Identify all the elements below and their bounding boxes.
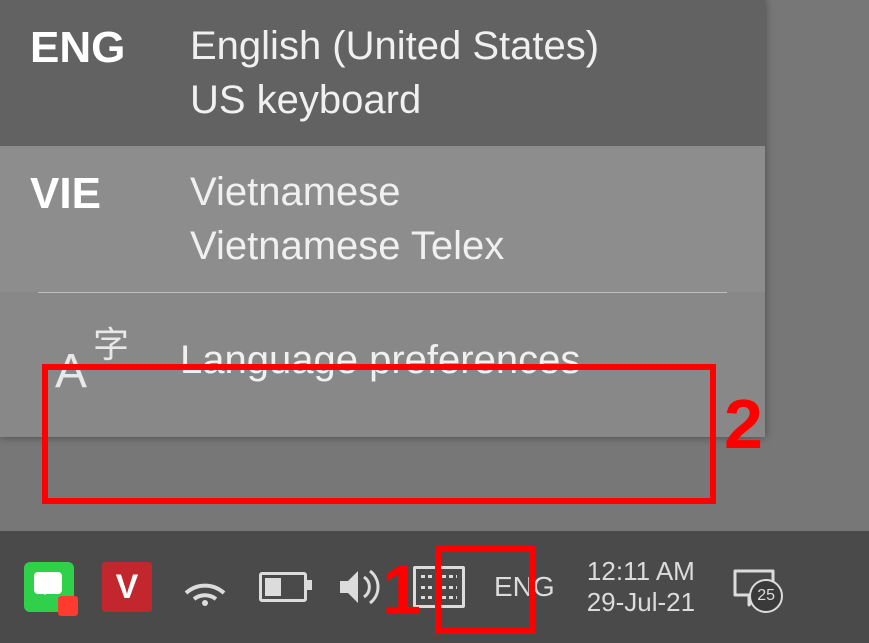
clock-time: 12:11 AM: [587, 556, 695, 587]
language-labels: English (United States) US keyboard: [190, 22, 599, 124]
tray-chat-icon[interactable]: [22, 560, 76, 614]
language-code: ENG: [30, 22, 190, 70]
svg-text:A: A: [55, 345, 87, 397]
clock-date: 29-Jul-21: [587, 587, 695, 618]
language-item-vie[interactable]: VIE Vietnamese Vietnamese Telex: [0, 146, 765, 292]
ime-icon[interactable]: [412, 560, 466, 614]
keyboard-layout: US keyboard: [190, 76, 599, 124]
language-switcher-popup: ENG English (United States) US keyboard …: [0, 0, 765, 437]
language-name: English (United States): [190, 22, 599, 70]
battery-icon[interactable]: [256, 560, 310, 614]
tray-unikey-icon[interactable]: V: [100, 560, 154, 614]
language-preferences-button[interactable]: A 字 Language preferences: [0, 293, 765, 437]
language-preferences-label: Language preferences: [180, 338, 580, 383]
taskbar-clock[interactable]: 12:11 AM 29-Jul-21: [571, 556, 711, 618]
wifi-icon[interactable]: [178, 560, 232, 614]
language-prefs-icon: A 字: [55, 323, 180, 397]
keyboard-layout: Vietnamese Telex: [190, 222, 504, 270]
notification-count-badge: 25: [749, 579, 783, 613]
language-labels: Vietnamese Vietnamese Telex: [190, 168, 504, 270]
taskbar: V ENG 12:11 AM 29-Jul-21 25: [0, 531, 869, 643]
language-code: VIE: [30, 168, 190, 216]
volume-icon[interactable]: [334, 560, 388, 614]
action-center-icon[interactable]: 25: [727, 560, 781, 614]
svg-text:字: 字: [93, 324, 129, 365]
language-item-eng[interactable]: ENG English (United States) US keyboard: [0, 0, 765, 146]
language-indicator[interactable]: ENG: [478, 560, 571, 614]
language-name: Vietnamese: [190, 168, 504, 216]
